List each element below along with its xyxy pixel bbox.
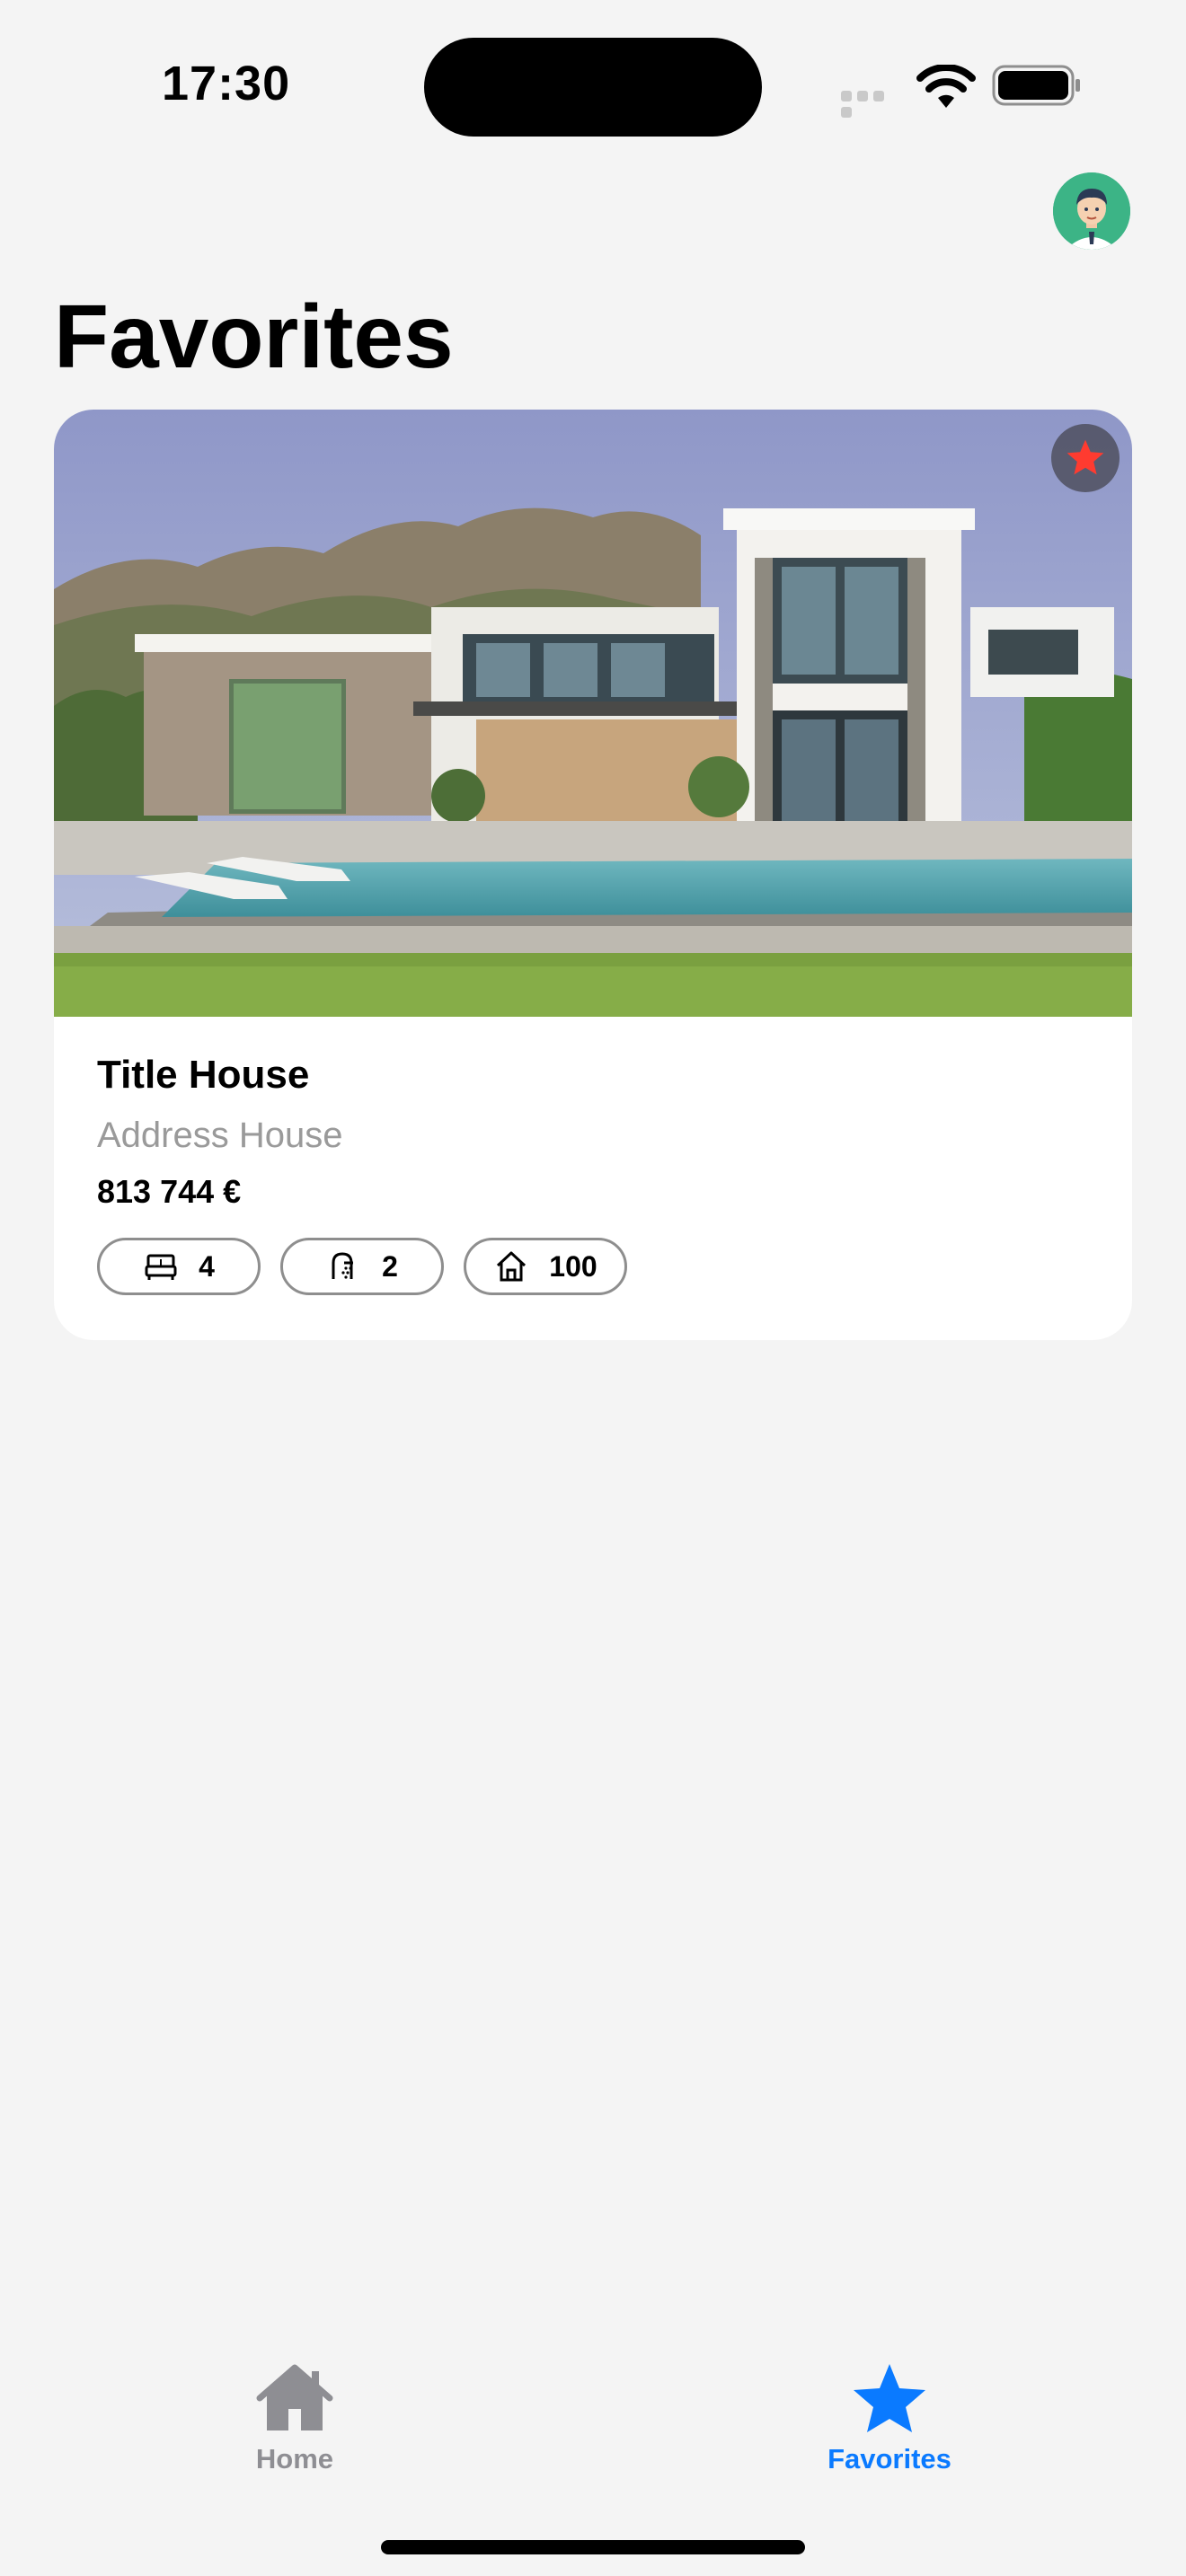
battery-icon	[992, 65, 1080, 106]
listing-title: Title House	[97, 1053, 310, 1097]
listing-address: Address House	[97, 1116, 343, 1155]
area-value: 100	[549, 1249, 597, 1283]
status-time: 17:30	[162, 57, 291, 110]
star-icon	[1067, 439, 1104, 475]
bathrooms-count: 2	[382, 1249, 398, 1283]
cellular-signal-icon	[841, 90, 904, 118]
tab-home[interactable]: Home	[187, 2362, 403, 2475]
house-icon	[256, 2364, 333, 2430]
page-title: Favorites	[54, 287, 454, 387]
area-chip: 100	[464, 1238, 627, 1295]
listing-features: 4 2 100	[97, 1238, 627, 1295]
tab-favorites-label: Favorites	[828, 2443, 951, 2475]
dynamic-island	[424, 38, 762, 137]
house-photo	[54, 410, 1132, 1017]
wifi-icon	[916, 65, 976, 108]
tab-favorites[interactable]: Favorites	[782, 2362, 997, 2475]
bathrooms-chip: 2	[280, 1238, 444, 1295]
listing-card[interactable]: Title House Address House 813 744 € 4 2	[54, 410, 1132, 1340]
bedrooms-count: 4	[199, 1249, 215, 1283]
bedrooms-chip: 4	[97, 1238, 261, 1295]
shower-icon	[332, 1252, 354, 1279]
avatar-image	[1053, 172, 1130, 250]
home-indicator	[381, 2540, 805, 2554]
star-icon	[854, 2364, 925, 2432]
avatar[interactable]	[1053, 172, 1130, 250]
house-icon	[497, 1251, 527, 1282]
bed-icon	[145, 1254, 177, 1280]
favorite-toggle-button[interactable]	[1051, 424, 1120, 492]
tab-home-label: Home	[255, 2443, 334, 2475]
listing-price: 813 744 €	[97, 1173, 242, 1210]
